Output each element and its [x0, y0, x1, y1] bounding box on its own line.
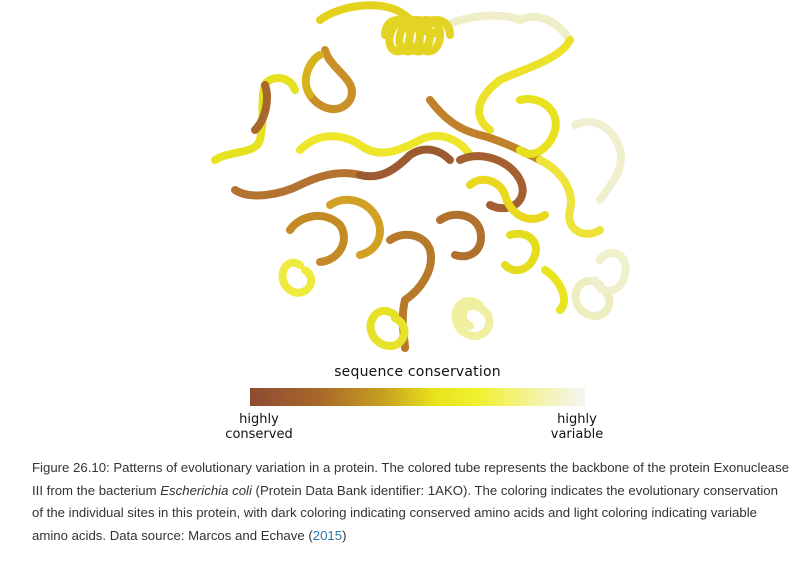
- caption-species: Escherichia coli: [160, 482, 252, 498]
- legend-title: sequence conservation: [334, 364, 501, 380]
- legend-variable-label: highly variable: [540, 412, 614, 442]
- legend-right-line1: highly: [557, 412, 597, 427]
- legend-left-line2: conserved: [225, 427, 293, 442]
- legend-conserved-label: highly conserved: [222, 412, 296, 442]
- protein-structure-figure: [211, 1, 630, 352]
- legend-right-line2: variable: [550, 427, 604, 442]
- conservation-gradient-bar: [250, 388, 585, 406]
- protein-tube-icon: [211, 1, 630, 352]
- figure-caption: Figure 26.10: Patterns of evolutionary v…: [32, 457, 792, 547]
- citation-year-link[interactable]: 2015: [313, 528, 342, 543]
- caption-text-part3: ): [342, 527, 347, 543]
- legend-left-line1: highly: [239, 412, 279, 427]
